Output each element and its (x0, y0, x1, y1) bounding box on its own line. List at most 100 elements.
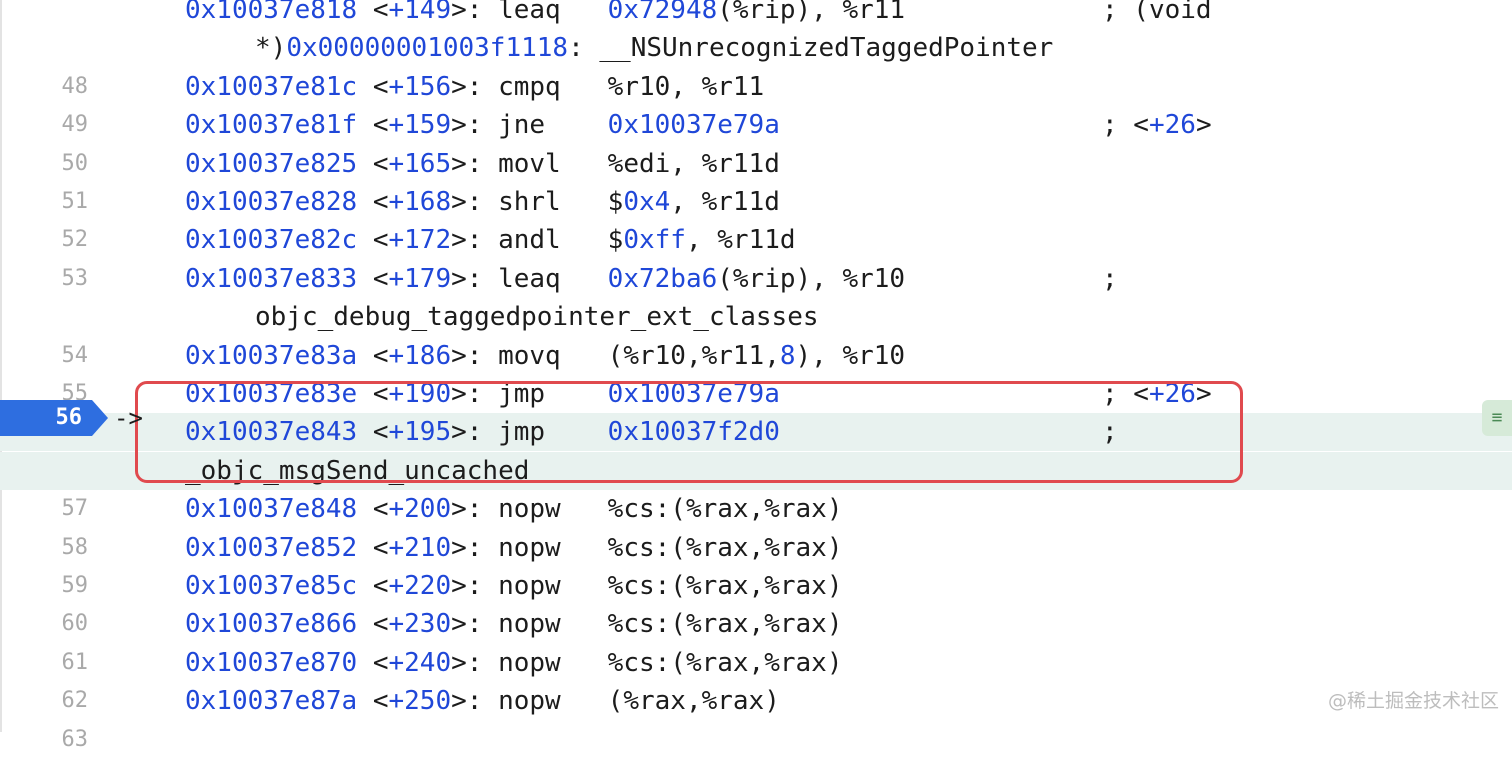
code-line[interactable]: 50 0x10037e825 <+165>: movl %edi, %r11d (0, 145, 1512, 183)
numeric-literal: 8 (779, 340, 796, 371)
instruction-address: 0x10037e825 (185, 148, 358, 179)
offset-value: +179 (388, 263, 452, 294)
instruction-address: 0x10037e852 (185, 532, 358, 563)
instruction-offset: <+172>: (372, 225, 483, 256)
code-line[interactable]: 54 0x10037e83a <+186>: movq (%r10,%r11,8)… (0, 337, 1512, 375)
line-number: 57 (61, 496, 89, 522)
instruction: 0x10037e87a <+250>: nopw (%rax,%rax) (185, 682, 780, 720)
line-number: 62 (61, 688, 89, 714)
instruction-comment: ; (1102, 263, 1118, 294)
numeric-literal: 0x72ba6 (607, 263, 718, 294)
instruction-comment: ; <+26> (1102, 110, 1212, 141)
code-line[interactable]: 58 0x10037e852 <+210>: nopw %cs:(%rax,%ra… (0, 529, 1512, 567)
instruction-offset: <+186>: (372, 340, 483, 371)
instruction-operands: %cs:(%rax,%rax) (607, 494, 843, 525)
line-number: 60 (61, 611, 89, 637)
numeric-literal: 0x10037e79a (607, 110, 780, 141)
numeric-literal: 0x00000001003f1118 (286, 33, 569, 64)
instruction-operands: $0x4, %r11d (607, 187, 780, 217)
instruction-offset: <+159>: (372, 110, 483, 141)
offset-value: +159 (388, 110, 452, 141)
code-line[interactable]: 61 0x10037e870 <+240>: nopw %cs:(%rax,%ra… (0, 644, 1512, 682)
instruction-operands: 0x72ba6(%rip), %r10 (607, 263, 906, 294)
instruction: 0x10037e81f <+159>: jne 0x10037e79a (185, 106, 780, 144)
code-line[interactable]: 48 0x10037e81c <+156>: cmpq %r10, %r11 (0, 68, 1512, 106)
code-line[interactable]: *)0x00000001003f1118: __NSUnrecognizedTa… (0, 29, 1512, 67)
instruction-comment: ; (void (1102, 0, 1212, 25)
code-line[interactable]: 62 0x10037e87a <+250>: nopw (%rax,%rax) (0, 682, 1512, 720)
line-number: 61 (61, 649, 89, 675)
instruction: 0x10037e852 <+210>: nopw %cs:(%rax,%rax) (185, 529, 842, 567)
instruction-offset: <+156>: (372, 71, 483, 102)
code-line[interactable]: 51 0x10037e828 <+168>: shrl $0x4, %r11d (0, 183, 1512, 221)
offset-value: +186 (388, 340, 452, 371)
instruction-opcode: nopw (498, 647, 608, 678)
code-line[interactable]: objc_debug_taggedpointer_ext_classes (0, 298, 1512, 336)
numeric-literal: 0x72948 (607, 0, 718, 25)
instruction-address: 0x10037e833 (185, 263, 358, 294)
offset-value: +210 (388, 532, 452, 563)
instruction-opcode: leaq (498, 263, 608, 294)
instruction-operands: %cs:(%rax,%rax) (607, 571, 843, 601)
instruction: 0x10037e848 <+200>: nopw %cs:(%rax,%rax) (185, 490, 842, 528)
instruction-offset: <+240>: (372, 647, 483, 678)
code-line[interactable]: 52 0x10037e82c <+172>: andl $0xff, %r11d (0, 221, 1512, 259)
offset-value: +250 (388, 686, 452, 717)
current-instruction-marker[interactable]: 56 (0, 400, 108, 436)
code-line[interactable]: 53 0x10037e833 <+179>: leaq 0x72ba6(%rip)… (0, 260, 1512, 298)
offset-value: +172 (388, 225, 452, 256)
instruction-opcode: movq (498, 340, 608, 371)
line-number: 54 (61, 342, 89, 368)
instruction: 0x10037e828 <+168>: shrl $0x4, %r11d (185, 183, 780, 221)
line-number (46, 298, 88, 336)
code-line[interactable]: 49 0x10037e81f <+159>: jne 0x10037e79a ; <… (0, 106, 1512, 144)
offset-value: +240 (388, 647, 452, 678)
instruction-opcode: movl (498, 148, 608, 179)
code-line[interactable]: 59 0x10037e85c <+220>: nopw %cs:(%rax,%ra… (0, 567, 1512, 605)
code-line[interactable]: 57 0x10037e848 <+200>: nopw %cs:(%rax,%ra… (0, 490, 1512, 528)
instruction-address: 0x10037e85c (185, 571, 358, 601)
instruction-opcode: nopw (498, 609, 608, 640)
instruction: 0x10037e866 <+230>: nopw %cs:(%rax,%rax) (185, 605, 842, 643)
instruction-offset: <+165>: (372, 148, 483, 179)
instruction-address: 0x10037e83a (185, 340, 358, 371)
offset-value: +149 (388, 0, 452, 25)
instruction-opcode: shrl (498, 187, 608, 217)
current-line-number: 56 (55, 405, 83, 430)
instruction-offset: <+210>: (372, 532, 483, 563)
instruction-opcode: jne (498, 110, 608, 141)
instruction-operands: (%r10,%r11,8), %r10 (607, 340, 906, 371)
instruction-operands: %r10, %r11 (607, 71, 765, 102)
line-number (46, 29, 88, 67)
instruction-operands: (%rax,%rax) (607, 686, 780, 717)
instruction-operands: %edi, %r11d (607, 148, 780, 179)
comment-offset: +26 (1148, 110, 1196, 141)
instruction-opcode: cmpq (498, 71, 608, 102)
instruction-operands: %cs:(%rax,%rax) (607, 532, 843, 563)
code-line[interactable]: 60 0x10037e866 <+230>: nopw %cs:(%rax,%ra… (0, 605, 1512, 643)
offset-value: +230 (388, 609, 452, 640)
code-line[interactable]: 63 (0, 721, 1512, 759)
instruction: 0x10037e825 <+165>: movl %edi, %r11d (185, 145, 780, 183)
line-number: 59 (61, 573, 89, 598)
instruction-opcode: andl (498, 225, 608, 256)
line-number (46, 452, 88, 490)
code-line[interactable]: 0x10037e818 <+149>: leaq 0x72948(%rip), … (0, 0, 1512, 29)
instruction: 0x10037e833 <+179>: leaq 0x72ba6(%rip), … (185, 260, 905, 298)
instruction: 0x10037e83a <+186>: movq (%r10,%r11,8), … (185, 337, 905, 375)
line-number: 50 (61, 150, 89, 176)
instruction-offset: <+168>: (372, 187, 483, 217)
line-number: 48 (61, 73, 89, 99)
instruction-operands: %cs:(%rax,%rax) (607, 647, 843, 678)
line-number (46, 0, 88, 29)
disassembly-editor[interactable]: 0x10037e818 <+149>: leaq 0x72948(%rip), … (0, 0, 1512, 752)
instruction-opcode: nopw (498, 532, 608, 563)
offset-value: +156 (388, 71, 452, 102)
instruction-operands: $0xff, %r11d (607, 225, 796, 256)
program-counter-arrow: -> (114, 404, 143, 432)
menu-lines-icon[interactable]: ≡ (1482, 400, 1512, 436)
numeric-literal: 0x4 (623, 187, 671, 217)
offset-value: +220 (388, 571, 452, 601)
instruction-offset: <+179>: (372, 263, 483, 294)
instruction-address: 0x10037e81c (185, 71, 358, 102)
